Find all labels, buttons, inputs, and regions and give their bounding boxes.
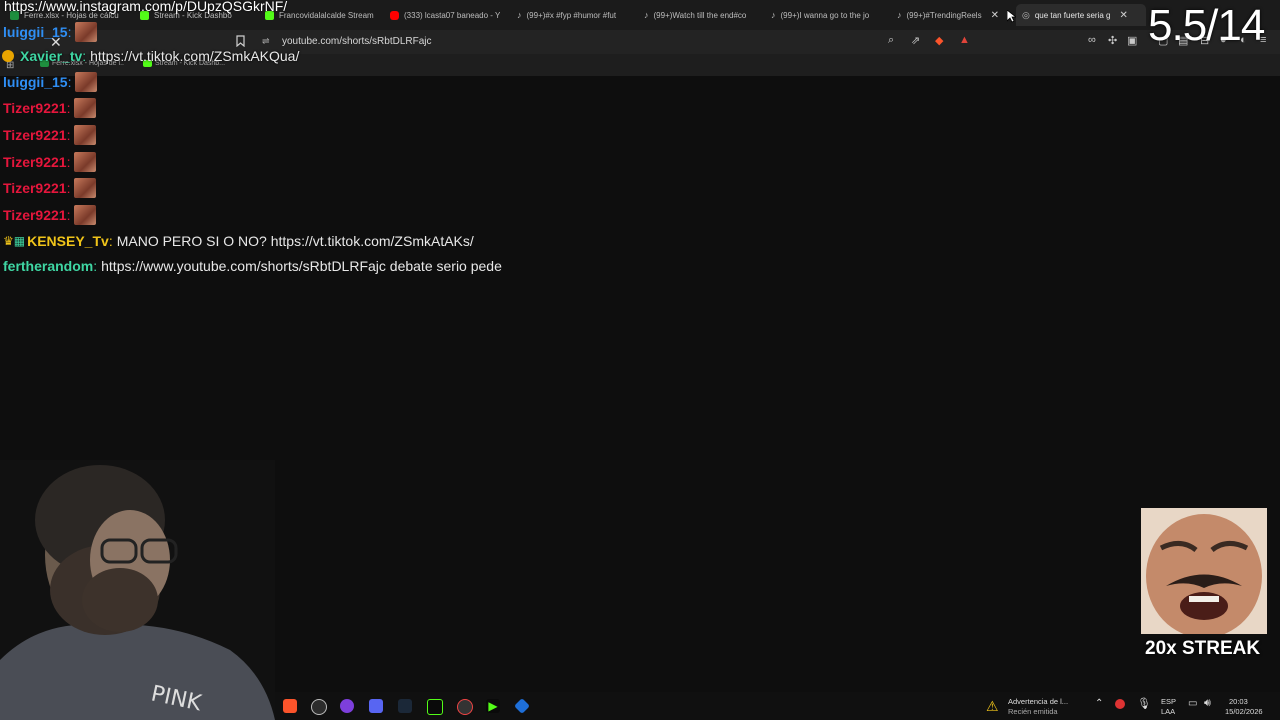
tab-title: que tan fuerte seria g <box>1034 10 1111 20</box>
chat-line: fertherandom: https://www.youtube.com/sh… <box>3 258 502 274</box>
chat-line-xavier: Xavier_tv: https://vt.tiktok.com/ZSmkAKQ… <box>2 48 300 64</box>
tab-tiktok-4[interactable]: ♪ (99+)#TrendingReels ✕ <box>897 6 1007 24</box>
tab-tiktok-3[interactable]: ♪ (99+)I wanna go to the jo <box>771 6 881 24</box>
tiktok-icon: ♪ <box>897 10 902 20</box>
app-icon[interactable] <box>340 699 354 713</box>
chat-message: https://vt.tiktok.com/ZSmkAKQua/ <box>90 48 300 64</box>
chevron-up-icon[interactable]: ⌃ <box>1095 698 1103 709</box>
tray-app-icon[interactable] <box>1115 699 1125 709</box>
steam-icon[interactable] <box>398 699 412 713</box>
volume-icon[interactable]: 🔊︎ <box>1204 697 1211 710</box>
notification-title[interactable]: Advertencia de l... <box>1008 697 1068 706</box>
emote-icon <box>74 98 97 118</box>
monitor-icon[interactable]: ▭ <box>1188 698 1197 709</box>
chat-username: Xavier_tv <box>20 48 83 64</box>
site-info-icon[interactable]: ⇌ <box>262 36 270 47</box>
tab-youtube[interactable]: (333) lcasta07 baneado - Y <box>390 6 500 24</box>
chat-line: Tizer9221: <box>3 125 97 145</box>
app-icon[interactable] <box>514 698 530 714</box>
notification-subtitle: Recién emitida <box>1008 707 1058 716</box>
close-icon[interactable]: ✕ <box>991 10 999 21</box>
chat-username: KENSEY_Tv <box>27 233 109 249</box>
streak-label: 20x STREAK <box>1145 638 1261 659</box>
tiktok-icon: ♪ <box>644 10 649 20</box>
emote-icon <box>75 72 98 92</box>
clock-time[interactable]: 20:03 <box>1229 697 1248 706</box>
badge-icon <box>2 50 14 62</box>
chat-username: Tizer9221 <box>3 100 67 116</box>
windows-taskbar: ▶ ⚠ Advertencia de l... Recién emitida ⌃… <box>275 692 1280 720</box>
tab-title: (99+)#TrendingReels <box>906 10 982 20</box>
chat-line: Tizer9221: <box>3 178 97 198</box>
mouse-cursor-icon <box>1007 10 1016 23</box>
sidebar-icon[interactable]: ▣ <box>1127 34 1137 47</box>
play-icon[interactable]: ▶ <box>486 699 500 713</box>
warning-icon[interactable]: ⚠ <box>986 698 999 715</box>
webcam-feed: PINK <box>0 460 275 720</box>
close-icon[interactable]: ✕ <box>1119 10 1127 21</box>
brave-icon[interactable] <box>283 699 297 713</box>
emote-icon <box>74 125 97 145</box>
share-icon[interactable]: ⇗ <box>911 34 920 47</box>
obs-icon[interactable] <box>311 699 327 715</box>
tab-title: (99+)Watch till the end#co <box>653 10 747 20</box>
tab-title: (99+)I wanna go to the jo <box>780 10 870 20</box>
chat-message: https://www.youtube.com/shorts/sRbtDLRFa… <box>101 258 502 274</box>
emote-icon <box>74 152 97 172</box>
tab-tiktok-1[interactable]: ♪ (99+)#x #fyp #humor #fut <box>517 6 627 24</box>
sub-badge-icon: ▦ <box>13 234 26 248</box>
globe-icon: ◎ <box>1022 9 1030 20</box>
chat-message: MANO PERO SI O NO? https://vt.tiktok.com… <box>116 233 474 249</box>
chat-line: luiggii_15: <box>3 72 98 92</box>
tiktok-icon: ♪ <box>517 10 522 20</box>
chat-username: Tizer9221 <box>3 207 67 223</box>
emote-icon <box>74 205 97 225</box>
tiktok-icon: ♪ <box>771 10 776 20</box>
kick-icon[interactable] <box>427 699 443 715</box>
chat-line: Tizer9221: <box>3 152 97 172</box>
url-field[interactable]: youtube.com/shorts/sRbtDLRFajc <box>282 36 432 47</box>
rewards-icon[interactable]: ▲ <box>959 34 970 46</box>
puzzle-icon[interactable]: ✣ <box>1108 34 1117 47</box>
laughing-face-icon <box>1141 508 1267 634</box>
youtube-icon <box>390 10 399 20</box>
tab-tiktok-2[interactable]: ♪ (99+)Watch till the end#co <box>644 6 754 24</box>
chat-username: luiggii_15 <box>3 74 68 90</box>
tab-title: (333) lcasta07 baneado - Y <box>404 10 500 20</box>
bookmark-icon[interactable] <box>236 35 245 47</box>
instagram-url-overlay: https://www.instagram.com/p/DUpzQSGkrNF/ <box>4 0 288 14</box>
tab-title: Francovidalalcalde Stream <box>279 10 374 20</box>
keyboard-layout: LAA <box>1161 707 1176 716</box>
chrome-icon[interactable] <box>457 699 473 715</box>
tab-title: (99+)#x #fyp #humor #fut <box>526 10 617 20</box>
chat-line: Tizer9221: <box>3 98 97 118</box>
chat-username: Tizer9221 <box>3 180 67 196</box>
chat-username: fertherandom <box>3 258 94 274</box>
counter-overlay: 5.5/14 <box>1148 1 1265 50</box>
streamer-webcam-image: PINK <box>0 460 275 720</box>
emote-icon <box>75 22 98 42</box>
chat-line: ♛ ▦ KENSEY_Tv: MANO PERO SI O NO? https:… <box>3 233 474 249</box>
language-indicator[interactable]: ESP <box>1161 697 1176 706</box>
streak-emote-image <box>1141 508 1267 634</box>
microphone-icon[interactable]: 🎙︎ <box>1137 697 1151 710</box>
chat-line: Tizer9221: <box>3 205 97 225</box>
chat-username: Tizer9221 <box>3 127 67 143</box>
extension-icon[interactable]: ∞ <box>1088 34 1096 46</box>
crown-badge-icon: ♛ <box>3 234 14 248</box>
chat-username: Tizer9221 <box>3 154 67 170</box>
discord-icon[interactable] <box>369 699 383 713</box>
brave-shield-icon[interactable]: ◆ <box>935 34 943 47</box>
clock-date[interactable]: 15/02/2026 <box>1225 707 1263 716</box>
tab-active[interactable]: ◎ que tan fuerte seria g ✕ <box>1016 4 1146 26</box>
zoom-icon[interactable]: ⌕ <box>888 34 894 47</box>
emote-icon <box>74 178 97 198</box>
